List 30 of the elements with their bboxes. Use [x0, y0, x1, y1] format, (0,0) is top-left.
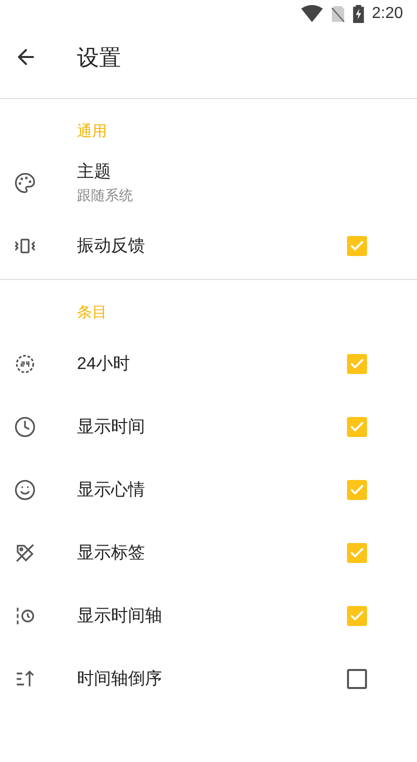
- status-time: 2:20: [372, 4, 403, 24]
- checkbox[interactable]: [347, 236, 367, 256]
- wifi-icon: [300, 5, 323, 23]
- dashed-clock-icon: [14, 352, 36, 374]
- sort-ascending-icon: [14, 668, 36, 690]
- theme-setting[interactable]: 主题 跟随系统: [77, 159, 367, 206]
- setting-label: 时间轴倒序: [77, 668, 163, 690]
- setting-label: 24小时: [77, 352, 131, 375]
- setting-label: 主题: [77, 161, 112, 184]
- checkbox[interactable]: [347, 668, 367, 688]
- section-header: 通用: [77, 122, 107, 142]
- tag-off-icon: [14, 542, 36, 564]
- smile-icon: [14, 478, 36, 500]
- clock-icon: [14, 416, 36, 438]
- battery-charging-icon: [352, 5, 364, 23]
- setting-label: 显示标签: [77, 542, 146, 564]
- checkbox[interactable]: [347, 416, 367, 436]
- palette-icon: [14, 172, 36, 194]
- section-header: 条目: [77, 302, 107, 322]
- checkbox[interactable]: [347, 480, 367, 500]
- checkbox[interactable]: [347, 542, 367, 562]
- no-sim-icon: [330, 5, 345, 23]
- checkbox[interactable]: [347, 606, 367, 626]
- setting-label: 显示心情: [77, 478, 146, 501]
- checkbox[interactable]: [347, 354, 367, 374]
- page-title: 设置: [77, 44, 121, 72]
- setting-label: 显示时间轴: [77, 604, 163, 627]
- setting-label: 振动反馈: [77, 234, 146, 257]
- setting-value: 跟随系统: [77, 186, 134, 205]
- setting-label: 显示时间: [77, 416, 146, 438]
